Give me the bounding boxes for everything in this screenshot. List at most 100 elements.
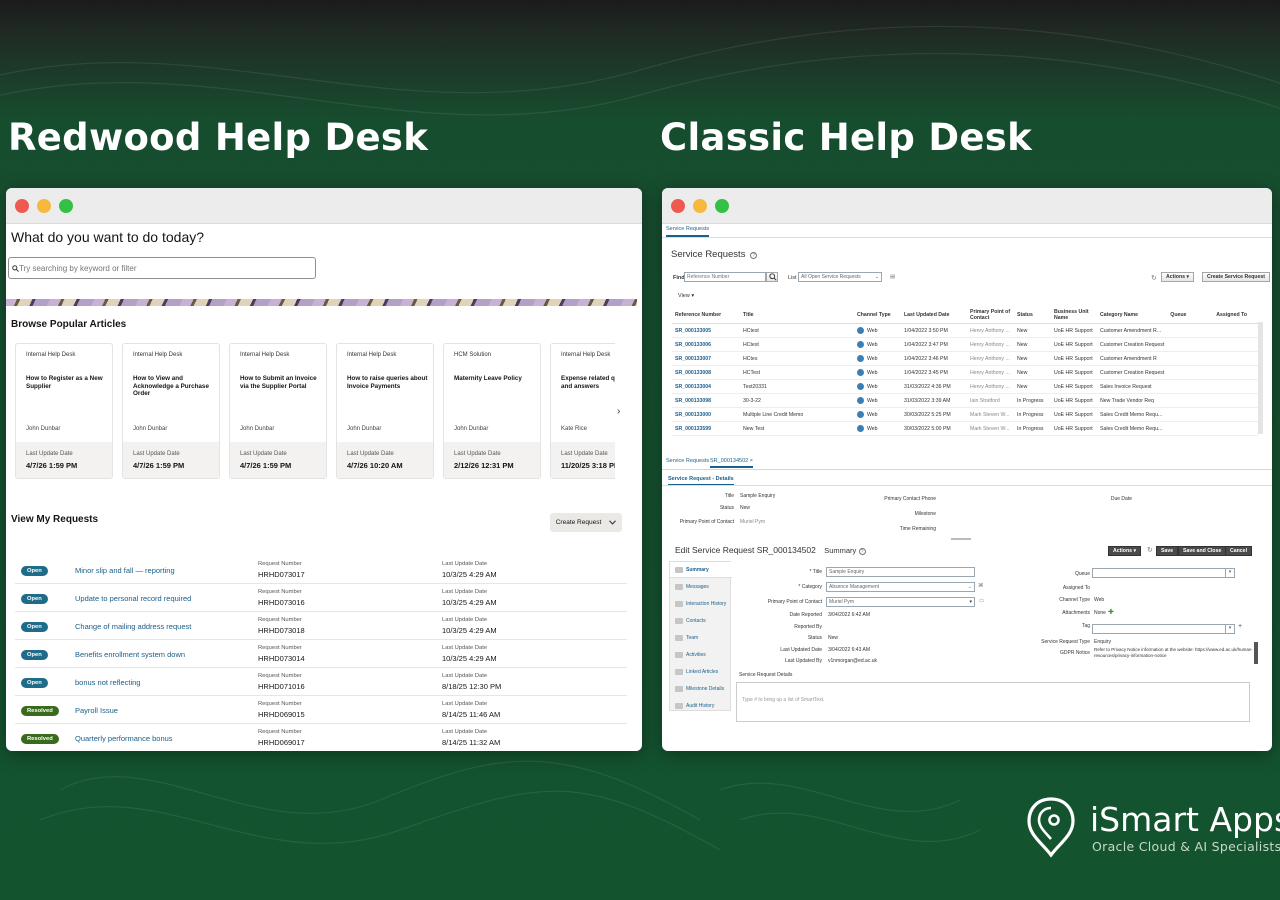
reference-link[interactable]: SR_000133007 xyxy=(672,351,740,366)
column-header[interactable]: Queue xyxy=(1167,307,1214,324)
article-card[interactable]: Internal Help Desk How to View and Ackno… xyxy=(122,343,220,479)
article-title[interactable]: How to raise queries about Invoice Payme… xyxy=(347,375,429,390)
actions-button[interactable]: Actions ▾ xyxy=(1108,546,1142,556)
reference-link[interactable]: SR_000133098 xyxy=(672,393,740,408)
article-title[interactable]: How to View and Acknowledge a Purchase O… xyxy=(133,375,215,398)
sidebar-item-messages[interactable]: Messages xyxy=(675,584,709,590)
column-header[interactable]: Channel Type xyxy=(854,307,901,324)
queue-select[interactable]: ▾ xyxy=(1092,568,1235,578)
request-title-link[interactable]: bonus not reflecting xyxy=(75,678,140,687)
reference-link[interactable]: SR_000133006 xyxy=(672,337,740,352)
create-request-button[interactable]: Create Request xyxy=(550,513,622,532)
maximize-window-button[interactable] xyxy=(715,199,729,213)
table-row[interactable]: SR_000133006 HCtest Web 1/04/2022 3:47 PM He… xyxy=(672,337,1258,352)
cancel-button[interactable]: Cancel xyxy=(1225,546,1253,556)
search-box[interactable] xyxy=(8,257,316,279)
contact-card-icon[interactable]: ▭ xyxy=(979,598,984,604)
close-window-button[interactable] xyxy=(15,199,29,213)
detach-icon[interactable]: ▤ xyxy=(890,274,895,280)
column-header[interactable]: Assigned To xyxy=(1213,307,1258,324)
article-card[interactable]: Internal Help Desk How to raise queries … xyxy=(336,343,434,479)
column-header[interactable]: Category Name xyxy=(1097,307,1168,324)
table-row[interactable]: SR_000133098 30-3-22 Web 31/03/2022 3:39 AM… xyxy=(672,393,1258,408)
view-menu[interactable]: View ▾ xyxy=(678,293,694,299)
category-select[interactable]: Absence Management ⌄ xyxy=(826,582,975,592)
list-item[interactable]: Open Minor slip and fall — reporting Req… xyxy=(15,556,627,584)
column-header[interactable]: Business Unit Name xyxy=(1051,307,1097,324)
reference-link[interactable]: SR_000133000 xyxy=(672,407,740,422)
sidebar-item-summary[interactable]: Summary xyxy=(675,567,709,573)
reference-link[interactable]: SR_000133008 xyxy=(672,365,740,380)
find-search-button[interactable] xyxy=(766,272,778,282)
table-row[interactable]: SR_000133599 New Test Web 30/03/2022 5:00 P… xyxy=(672,421,1258,436)
poc-select[interactable]: Muriel Pym ▾ xyxy=(826,597,975,607)
tab-service-requests-lower[interactable]: Service Requests xyxy=(666,458,709,464)
sidebar-item-interaction-history[interactable]: Interaction History xyxy=(675,601,726,607)
list-item[interactable]: Open Update to personal record required … xyxy=(15,584,627,612)
table-row[interactable]: SR_000133004 Test20331 Web 31/03/2022 4:36 … xyxy=(672,379,1258,394)
list-item[interactable]: Open Change of mailing address request R… xyxy=(15,612,627,640)
category-tree-icon[interactable]: ⌘ xyxy=(978,583,984,589)
list-item[interactable]: Open Benefits enrollment system down Req… xyxy=(15,640,627,668)
details-editor[interactable]: Type # to bring up a list of SmartText. xyxy=(736,682,1250,722)
reference-link[interactable]: SR_000133599 xyxy=(672,421,740,436)
add-attachment-icon[interactable]: ✚ xyxy=(1108,608,1114,616)
tab-sr-detail[interactable]: SR_000134502 × xyxy=(710,458,753,468)
sidebar-item-contacts[interactable]: Contacts xyxy=(675,618,706,624)
table-scrollbar[interactable] xyxy=(1258,322,1263,434)
article-card[interactable]: HCM Solution Maternity Leave Policy John… xyxy=(443,343,541,479)
article-card[interactable]: Internal Help Desk Expense related quest… xyxy=(550,343,615,479)
add-tag-icon[interactable]: + xyxy=(1238,623,1242,630)
list-item[interactable]: Resolved Quarterly performance bonus Req… xyxy=(15,724,627,751)
save-button[interactable]: Save xyxy=(1156,546,1179,556)
list-select[interactable]: All Open Service Requests ⌄ xyxy=(798,272,882,282)
title-input[interactable]: Sample Enquiry xyxy=(826,567,975,577)
list-item[interactable]: Resolved Payroll Issue Request Number HR… xyxy=(15,696,627,724)
request-title-link[interactable]: Benefits enrollment system down xyxy=(75,650,185,659)
sidebar-item-linked-articles[interactable]: Linked Articles xyxy=(675,669,718,675)
minimize-window-button[interactable] xyxy=(37,199,51,213)
sidebar-item-activities[interactable]: Activities xyxy=(675,652,706,658)
list-item[interactable]: Open bonus not reflecting Request Number… xyxy=(15,668,627,696)
search-input[interactable] xyxy=(19,263,299,273)
request-title-link[interactable]: Update to personal record required xyxy=(75,594,191,603)
article-title[interactable]: How to Register as a New Supplier xyxy=(26,375,108,390)
reference-link[interactable]: SR_000133004 xyxy=(672,379,740,394)
table-row[interactable]: SR_000133000 Multiple Line Credit Memo Web… xyxy=(672,407,1258,422)
help-icon[interactable]: ? xyxy=(750,252,758,259)
reference-link[interactable]: SR_000133005 xyxy=(672,323,740,338)
minimize-window-button[interactable] xyxy=(693,199,707,213)
article-card[interactable]: Internal Help Desk How to Register as a … xyxy=(15,343,113,479)
sidebar-item-milestone-details[interactable]: Milestone Details xyxy=(675,686,724,692)
article-title[interactable]: How to Submit an Invoice via the Supplie… xyxy=(240,375,322,390)
chevron-right-icon[interactable]: › xyxy=(617,406,620,417)
save-and-close-button[interactable]: Save and Close xyxy=(1178,546,1227,556)
column-header[interactable]: Reference Number xyxy=(672,307,740,324)
article-title[interactable]: Maternity Leave Policy xyxy=(454,375,536,383)
column-header[interactable]: Last Updated Date xyxy=(901,307,967,324)
create-service-request-button[interactable]: Create Service Request xyxy=(1202,272,1270,282)
request-title-link[interactable]: Payroll Issue xyxy=(75,706,118,715)
collapse-handle[interactable] xyxy=(1254,642,1258,664)
tab-service-requests[interactable]: Service Requests xyxy=(666,226,710,237)
article-card[interactable]: Internal Help Desk How to Submit an Invo… xyxy=(229,343,327,479)
column-header[interactable]: Status xyxy=(1014,307,1051,324)
request-title-link[interactable]: Minor slip and fall — reporting xyxy=(75,566,175,575)
sidebar-item-audit-history[interactable]: Audit History xyxy=(675,703,714,709)
refresh-icon[interactable]: ↻ xyxy=(1151,274,1157,282)
tag-select[interactable]: ▾ xyxy=(1092,624,1235,634)
table-row[interactable]: SR_000133005 HCtest Web 1/04/2022 3:50 PM He… xyxy=(672,323,1258,338)
request-title-link[interactable]: Quarterly performance bonus xyxy=(75,734,173,743)
close-icon[interactable]: × xyxy=(750,458,753,464)
column-header[interactable]: Title xyxy=(740,307,854,324)
table-row[interactable]: SR_000133007 HCtes Web 1/04/2022 3:46 PM Hen… xyxy=(672,351,1258,366)
request-title-link[interactable]: Change of mailing address request xyxy=(75,622,191,631)
column-header[interactable]: Primary Point of Contact xyxy=(967,307,1014,324)
maximize-window-button[interactable] xyxy=(59,199,73,213)
find-input[interactable] xyxy=(684,272,766,282)
table-row[interactable]: SR_000133008 HCTest Web 1/04/2022 3:45 PM He… xyxy=(672,365,1258,380)
actions-button[interactable]: Actions ▾ xyxy=(1161,272,1195,282)
article-title[interactable]: Expense related questions and answers xyxy=(561,375,615,390)
splitter-handle[interactable] xyxy=(951,538,971,540)
help-icon[interactable]: ? xyxy=(858,548,866,555)
